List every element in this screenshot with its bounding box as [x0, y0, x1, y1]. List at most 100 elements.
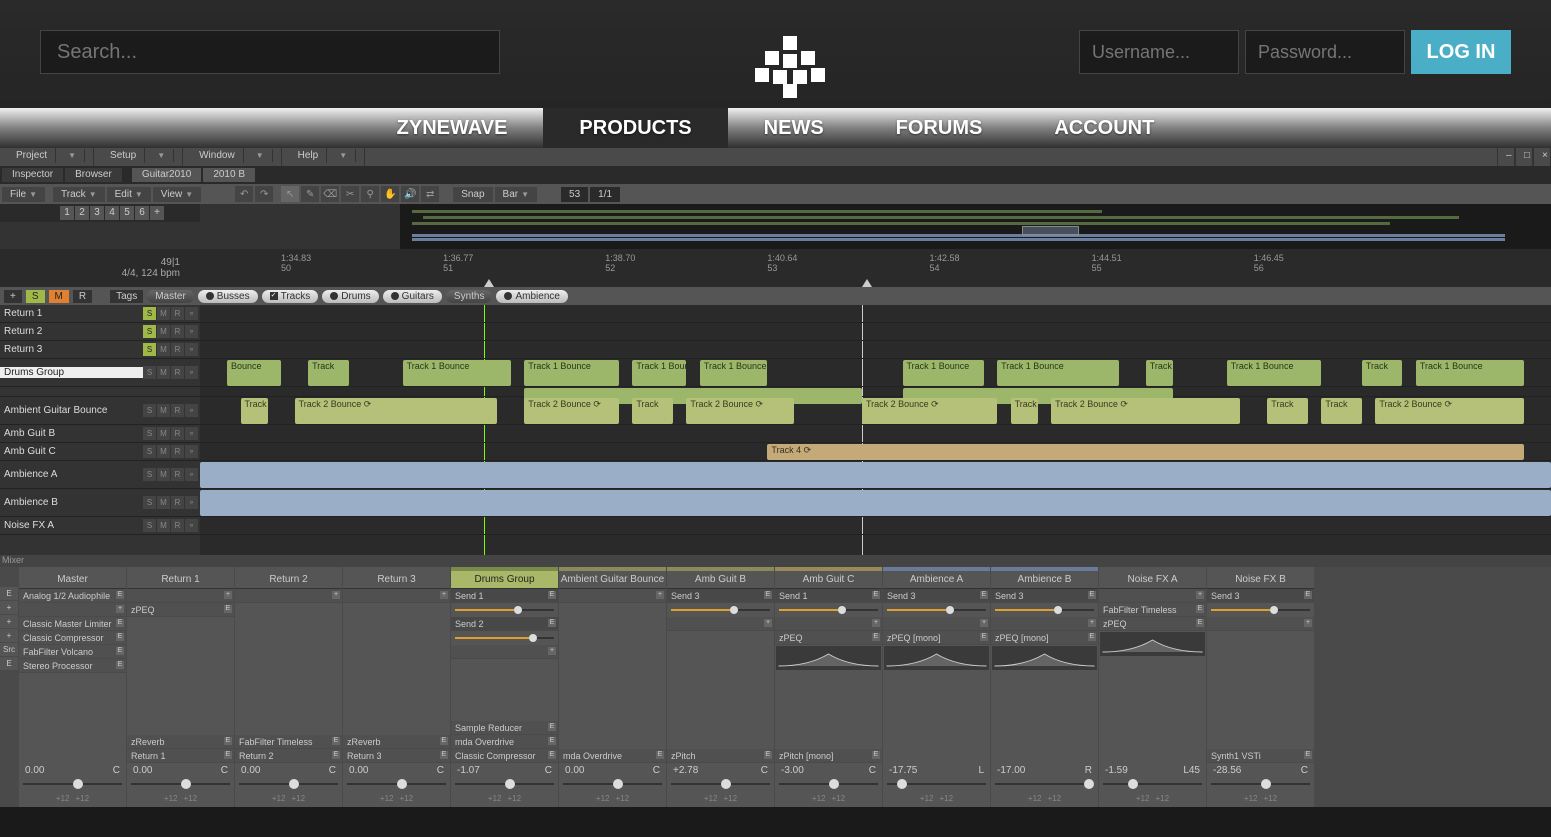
send-slot[interactable]: Send 3E: [667, 589, 774, 603]
track-header[interactable]: Amb Guit BSMR⚬: [0, 425, 200, 443]
track-lane[interactable]: Track 4 ⟳: [200, 443, 1551, 461]
send-slot[interactable]: Send 3E: [991, 589, 1098, 603]
tab-browser[interactable]: Browser: [65, 168, 122, 182]
eraser-icon[interactable]: ⌫: [321, 186, 339, 202]
pan-slider[interactable]: [131, 778, 230, 790]
send-slot[interactable]: Send 3E: [883, 589, 990, 603]
menu-project[interactable]: Project▼: [0, 148, 94, 166]
track-lane[interactable]: [200, 489, 1551, 517]
fx-slot[interactable]: FabFilter TimelessE: [235, 735, 342, 749]
filter-busses[interactable]: Busses: [198, 290, 258, 303]
mixer-channel[interactable]: Ambience BSend 3E+zPEQ [mono]E-17.00R+12…: [991, 567, 1098, 807]
link-icon[interactable]: ⇄: [421, 186, 439, 202]
insert-slot[interactable]: Classic Master LimiterE: [19, 617, 126, 631]
insert-slot[interactable]: +: [775, 617, 882, 631]
minimize-icon[interactable]: –: [1497, 148, 1515, 166]
track-menu[interactable]: Track▼: [53, 187, 105, 202]
mixer-channel[interactable]: Noise FX A+FabFilter TimelessEzPEQE-1.59…: [1099, 567, 1206, 807]
pan-slider[interactable]: [671, 778, 770, 790]
insert-slot[interactable]: +: [559, 589, 666, 603]
position-field[interactable]: 53: [561, 187, 588, 202]
menu-help[interactable]: Help▼: [282, 148, 366, 166]
menu-setup[interactable]: Setup▼: [94, 148, 183, 166]
undo-icon[interactable]: ↶: [235, 186, 253, 202]
clip[interactable]: Track 1 Bounce: [903, 360, 984, 386]
insert-slot[interactable]: zPEQE: [775, 631, 882, 645]
page-5[interactable]: 5: [120, 206, 134, 220]
clip[interactable]: Track 1 Bounce: [700, 360, 768, 386]
pan-slider[interactable]: [887, 778, 986, 790]
page-4[interactable]: 4: [105, 206, 119, 220]
password-input[interactable]: [1245, 30, 1405, 74]
track-header[interactable]: Noise FX ASMR⚬: [0, 517, 200, 535]
track-header[interactable]: Return 3SMR⚬: [0, 341, 200, 359]
snap-toggle[interactable]: Snap: [453, 187, 492, 202]
mixer-channel[interactable]: Ambient Guitar Bounce+mda OverdriveE0.00…: [559, 567, 666, 807]
eq-curve[interactable]: [992, 646, 1097, 670]
pointer-icon[interactable]: ↖: [281, 186, 299, 202]
pan-slider[interactable]: [455, 778, 554, 790]
filter-tracks[interactable]: ✓Tracks: [262, 290, 319, 303]
track-lane[interactable]: Bounce Track Track 1 Bounce Track 1 Bounce T…: [200, 359, 1551, 387]
page-1[interactable]: 1: [60, 206, 74, 220]
pan-slider[interactable]: [563, 778, 662, 790]
arrangement-overview[interactable]: [400, 204, 1551, 249]
track-lane[interactable]: [200, 305, 1551, 323]
clip[interactable]: Track 2 Bounce ⟳: [1375, 398, 1524, 424]
clip[interactable]: Track 1 Bounce: [524, 360, 619, 386]
insert-slot[interactable]: +: [1099, 589, 1206, 603]
mixer-channel[interactable]: Amb Guit CSend 1E+zPEQEzPitch [mono]E-3.…: [775, 567, 882, 807]
speaker-icon[interactable]: 🔊: [401, 186, 419, 202]
solo-icon[interactable]: S: [26, 290, 45, 303]
insert-slot[interactable]: +: [991, 617, 1098, 631]
insert-slot[interactable]: +: [667, 617, 774, 631]
tags-button[interactable]: Tags: [110, 290, 143, 303]
mixer-channel[interactable]: Return 3+zReverbEReturn 3E0.00C+12+12: [343, 567, 450, 807]
clip[interactable]: Track: [632, 398, 673, 424]
close-icon[interactable]: ×: [1533, 148, 1551, 166]
track-lane[interactable]: [200, 387, 1551, 397]
tab-inspector[interactable]: Inspector: [2, 168, 63, 182]
clip[interactable]: Track 1 Bounce: [403, 360, 511, 386]
maximize-icon[interactable]: □: [1515, 148, 1533, 166]
clip[interactable]: Track 2 Bounce ⟳: [1051, 398, 1240, 424]
mixer-channel[interactable]: MasterAnalog 1/2 AudiophileE+Classic Mas…: [19, 567, 126, 807]
snap-unit[interactable]: Bar▼: [495, 187, 537, 202]
track-header[interactable]: Amb Guit CSMR⚬: [0, 443, 200, 461]
clip[interactable]: Track: [1362, 360, 1403, 386]
send-slot[interactable]: Send 3E: [1207, 589, 1314, 603]
insert-slot[interactable]: Stereo ProcessorE: [19, 659, 126, 673]
clip[interactable]: [200, 462, 1551, 488]
fx-slot[interactable]: zPitch [mono]E: [775, 749, 882, 763]
send-slot[interactable]: Send 1E: [451, 589, 558, 603]
track-lane[interactable]: [200, 341, 1551, 359]
filter-ambience[interactable]: Ambience: [496, 290, 567, 303]
filter-synths[interactable]: Synths: [446, 290, 493, 303]
login-button[interactable]: LOG IN: [1411, 30, 1511, 74]
track-header[interactable]: Drums GroupSMR⚬: [0, 359, 200, 387]
send-slot[interactable]: Send 2E: [451, 617, 558, 631]
track-header[interactable]: [0, 387, 200, 397]
clip[interactable]: Track: [241, 398, 268, 424]
mixer-side-button[interactable]: +: [0, 615, 18, 628]
filter-master[interactable]: Master: [147, 290, 194, 303]
insert-slot[interactable]: Analog 1/2 AudiophileE: [19, 589, 126, 603]
tab-2010b[interactable]: 2010 B: [203, 168, 255, 182]
clip[interactable]: Track 1 Bounce: [1416, 360, 1524, 386]
pan-slider[interactable]: [23, 778, 122, 790]
fx-slot[interactable]: zReverbE: [343, 735, 450, 749]
insert-slot[interactable]: +: [235, 589, 342, 603]
fx-slot[interactable]: Return 1E: [127, 749, 234, 763]
clip[interactable]: Bounce: [227, 360, 281, 386]
track-header[interactable]: Ambience ASMR⚬: [0, 461, 200, 489]
insert-slot[interactable]: zPEQE: [127, 603, 234, 617]
pan-slider[interactable]: [347, 778, 446, 790]
track-lane[interactable]: [200, 323, 1551, 341]
insert-slot[interactable]: +: [451, 645, 558, 659]
filter-guitars[interactable]: Guitars: [383, 290, 442, 303]
insert-slot[interactable]: zPEQE: [1099, 617, 1206, 631]
track-header[interactable]: Ambient Guitar BounceSMR⚬: [0, 397, 200, 425]
page-3[interactable]: 3: [90, 206, 104, 220]
pan-slider[interactable]: [995, 778, 1094, 790]
tab-guitar2010[interactable]: Guitar2010: [132, 168, 201, 182]
